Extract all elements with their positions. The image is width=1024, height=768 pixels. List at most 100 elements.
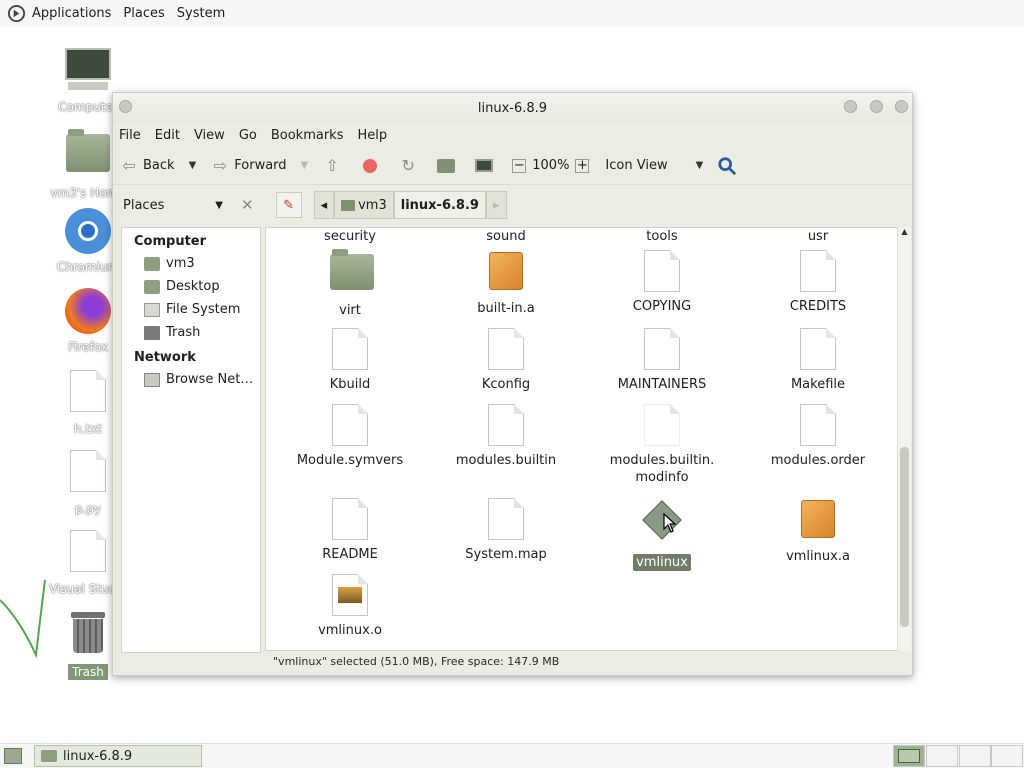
file-item-modules-order[interactable]: modules.order — [748, 404, 888, 469]
text-file-icon — [642, 328, 682, 372]
file-item-built-in-a[interactable]: built-in.a — [436, 250, 576, 317]
zoom-out-button[interactable]: − — [512, 158, 527, 173]
text-file-icon — [798, 328, 838, 372]
computer-icon — [474, 156, 494, 176]
folder-icon — [330, 249, 374, 298]
menu-go[interactable]: Go — [239, 128, 257, 143]
file-item-module-symvers[interactable]: Module.symvers — [280, 404, 420, 469]
computer-icon — [64, 48, 112, 96]
file-item-makefile[interactable]: Makefile — [748, 328, 888, 393]
vertical-scrollbar[interactable]: ▲ — [897, 227, 911, 651]
crumb-forward-arrow[interactable]: ▸ — [485, 191, 507, 219]
file-item-virt[interactable]: virt — [280, 249, 420, 319]
scrollbar-thumb[interactable] — [900, 447, 909, 627]
toolbar: ⇦ Back ▼ ⇨ Forward ▼ ⇧ ↻ − 100% + Icon V… — [113, 147, 912, 185]
file-label: MAINTAINERS — [617, 377, 707, 392]
file-item-system-map[interactable]: System.map — [436, 498, 576, 563]
sidebar-item-label: File System — [166, 302, 241, 317]
file-item-readme[interactable]: README — [280, 498, 420, 563]
sidebar-item-file-system[interactable]: File System — [122, 298, 260, 321]
sidebar-item-browse-network[interactable]: Browse Net… — [122, 368, 260, 391]
search-icon — [717, 156, 737, 176]
workspace-2[interactable] — [926, 745, 958, 767]
minimize-button[interactable] — [844, 100, 857, 113]
file-manager-window: linux-6.8.9 File Edit View Go Bookmarks … — [112, 92, 913, 676]
menu-view[interactable]: View — [194, 128, 225, 143]
file-item-sound[interactable]: sound — [436, 228, 576, 245]
file-item-copying[interactable]: COPYING — [592, 250, 732, 315]
window-menu-button[interactable] — [119, 100, 132, 113]
file-item-tools[interactable]: tools — [592, 228, 732, 245]
menu-help[interactable]: Help — [357, 128, 387, 143]
sidebar: Computer vm3 Desktop File System Trash N… — [121, 227, 261, 653]
crumb-back-arrow[interactable]: ◂ — [313, 191, 335, 219]
forward-button[interactable]: ⇨ Forward ▼ — [210, 156, 309, 176]
reload-button[interactable]: ↻ — [398, 156, 422, 176]
sidebar-item-trash[interactable]: Trash — [122, 321, 260, 344]
back-button[interactable]: ⇦ Back ▼ — [119, 156, 196, 176]
taskbar-window-button[interactable]: linux-6.8.9 — [34, 745, 202, 767]
file-item-usr[interactable]: usr — [748, 228, 888, 245]
file-label: tools — [646, 229, 678, 244]
file-item-modules-builtin[interactable]: modules.builtin — [436, 404, 576, 469]
home-button[interactable] — [436, 156, 460, 176]
zoom-in-button[interactable]: + — [575, 158, 590, 173]
applications-menu[interactable]: Applications — [32, 6, 111, 21]
workspace-1[interactable] — [893, 745, 925, 767]
taskbar-window-label: linux-6.8.9 — [63, 748, 133, 764]
chevron-down-icon: ▼ — [695, 160, 704, 171]
text-file-icon — [798, 404, 838, 448]
desktop-folder-icon — [144, 279, 160, 294]
search-button[interactable] — [717, 156, 741, 176]
breadcrumb-vm3[interactable]: vm3 — [334, 191, 394, 219]
file-item-vmlinux-o[interactable]: vmlinux.o — [280, 574, 420, 639]
up-button[interactable]: ⇧ — [322, 156, 346, 176]
folder-icon — [41, 750, 57, 762]
file-label: vmlinux.a — [786, 549, 850, 564]
menu-bookmarks[interactable]: Bookmarks — [271, 128, 344, 143]
file-item-credits[interactable]: CREDITS — [748, 250, 888, 315]
chevron-down-icon[interactable]: ▼ — [189, 160, 197, 171]
edit-icon: ✎ — [283, 197, 295, 213]
places-menu[interactable]: Places — [123, 6, 164, 21]
menu-file[interactable]: File — [119, 128, 141, 143]
menu-edit[interactable]: Edit — [155, 128, 180, 143]
file-item-vmlinux-a[interactable]: vmlinux.a — [748, 498, 888, 565]
breadcrumb-label: vm3 — [358, 197, 387, 213]
file-label: usr — [807, 229, 829, 244]
edit-location-button[interactable]: ✎ — [275, 192, 302, 218]
file-label: Kbuild — [329, 377, 371, 392]
places-select[interactable]: Places ▼ — [123, 198, 223, 213]
close-pane-icon[interactable]: ✕ — [241, 196, 254, 214]
close-button[interactable] — [895, 100, 908, 113]
scroll-up-arrow-icon[interactable]: ▲ — [898, 227, 911, 236]
file-item-modules-builtin-modinfo[interactable]: modules.builtin. modinfo — [592, 404, 732, 486]
view-mode-select[interactable]: Icon View ▼ — [605, 158, 703, 173]
home-icon — [436, 156, 456, 176]
chevron-down-icon[interactable]: ▼ — [301, 160, 309, 171]
maximize-button[interactable] — [870, 100, 883, 113]
stop-button[interactable] — [360, 156, 384, 176]
archive-icon — [486, 252, 526, 296]
sidebar-item-desktop[interactable]: Desktop — [122, 275, 260, 298]
workspace-3[interactable] — [959, 745, 991, 767]
file-item-kbuild[interactable]: Kbuild — [280, 328, 420, 393]
distro-logo-icon[interactable] — [7, 4, 26, 23]
file-label: vmlinux.o — [318, 623, 382, 638]
archive-icon — [798, 500, 838, 544]
network-icon — [144, 372, 160, 387]
breadcrumb-current[interactable]: linux-6.8.9 — [393, 191, 486, 219]
sidebar-item-vm3[interactable]: vm3 — [122, 252, 260, 275]
workspace-4[interactable] — [991, 745, 1023, 767]
file-item-maintainers[interactable]: MAINTAINERS — [592, 328, 732, 393]
back-label: Back — [143, 158, 175, 173]
file-view: security sound tools usr virt built-in.a… — [265, 227, 911, 651]
show-desktop-button[interactable] — [4, 748, 22, 764]
file-item-kconfig[interactable]: Kconfig — [436, 328, 576, 393]
file-item-security[interactable]: security — [280, 228, 420, 245]
computer-button[interactable] — [474, 156, 498, 176]
file-item-vmlinux[interactable]: vmlinux — [592, 498, 732, 571]
file-label: Module.symvers — [296, 453, 404, 468]
window-titlebar[interactable]: linux-6.8.9 — [113, 93, 912, 123]
system-menu[interactable]: System — [177, 6, 225, 21]
